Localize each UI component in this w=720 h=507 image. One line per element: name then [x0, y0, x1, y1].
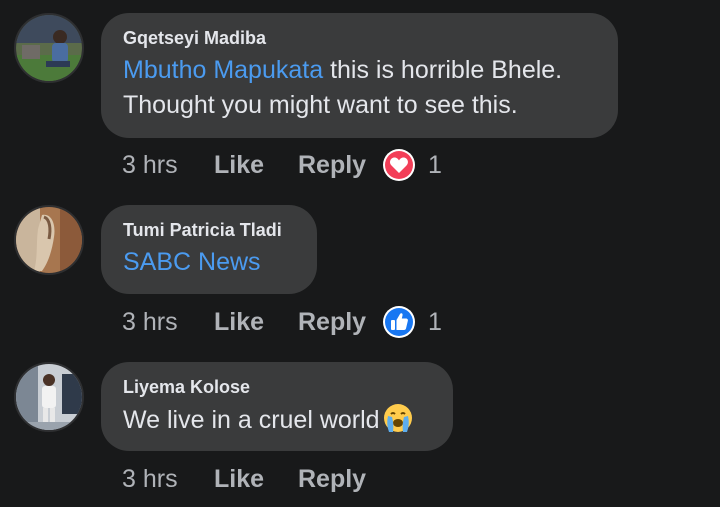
comment-author[interactable]: Gqetseyi Madiba [123, 27, 596, 49]
comment-text-line1: this is horrible Bhele. [323, 56, 563, 84]
like-button[interactable]: Like [214, 465, 298, 494]
comment-author[interactable]: Liyema Kolose [123, 376, 431, 398]
comment-actions: 3 hrs Like Reply [122, 464, 382, 494]
like-button[interactable]: Like [214, 151, 298, 180]
mention-link[interactable]: SABC News [123, 248, 261, 276]
comment-bubble: Tumi Patricia Tladi SABC News [101, 205, 317, 294]
comment-thread: Gqetseyi Madiba Mbutho Mapukata this is … [0, 0, 720, 507]
comment-text: We live in a cruel world [123, 402, 431, 438]
comment-text: SABC News [123, 245, 295, 280]
comment-actions: 3 hrs Like Reply 1 [122, 148, 442, 182]
crying-face-icon [382, 402, 414, 434]
mention-link[interactable]: Mbutho Mapukata [123, 56, 323, 84]
comment-text-line2: Thought you might want to see this. [123, 91, 518, 119]
reaction-summary[interactable]: 1 [382, 148, 442, 182]
comment-bubble: Gqetseyi Madiba Mbutho Mapukata this is … [101, 13, 618, 138]
comment-author[interactable]: Tumi Patricia Tladi [123, 219, 295, 241]
reply-button[interactable]: Reply [298, 465, 382, 494]
like-icon [383, 306, 415, 338]
reaction-summary[interactable]: 1 [382, 305, 442, 339]
avatar-image [16, 364, 82, 430]
comment-actions: 3 hrs Like Reply 1 [122, 305, 442, 339]
comment-time[interactable]: 3 hrs [122, 151, 214, 180]
reaction-count: 1 [428, 307, 442, 336]
avatar[interactable] [14, 13, 84, 83]
avatar-image [16, 207, 82, 273]
avatar-image [16, 15, 82, 81]
love-icon [383, 149, 415, 181]
reply-button[interactable]: Reply [298, 151, 382, 180]
reaction-count: 1 [428, 150, 442, 179]
comment-time[interactable]: 3 hrs [122, 465, 214, 494]
like-button[interactable]: Like [214, 308, 298, 337]
comment-time[interactable]: 3 hrs [122, 308, 214, 337]
avatar[interactable] [14, 205, 84, 275]
comment-text: Mbutho Mapukata this is horrible Bhele. [123, 53, 596, 88]
comment-bubble: Liyema Kolose We live in a cruel world [101, 362, 453, 451]
comment-text-body: We live in a cruel world [123, 406, 380, 434]
avatar[interactable] [14, 362, 84, 432]
reply-button[interactable]: Reply [298, 308, 382, 337]
